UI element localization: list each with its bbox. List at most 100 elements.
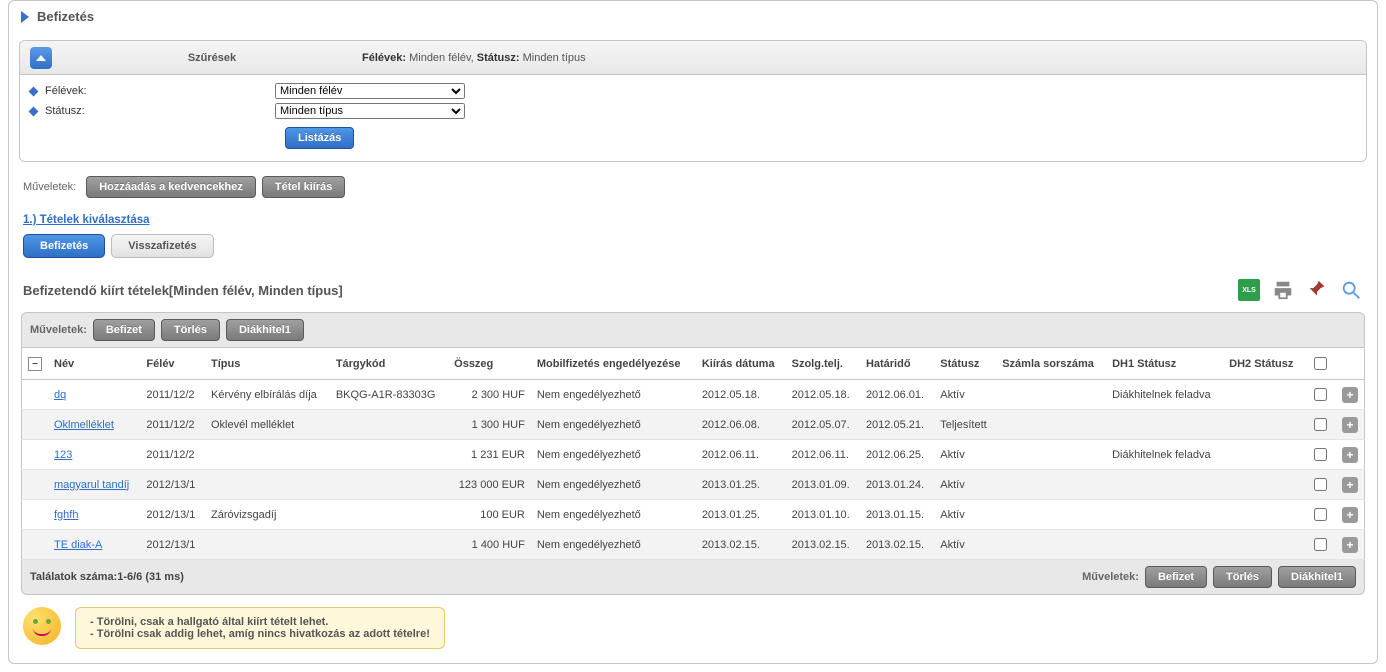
collapse-button[interactable]: [30, 47, 52, 69]
row-checkbox[interactable]: [1314, 478, 1327, 491]
cell-amount: 1 231 EUR: [448, 440, 531, 470]
footer-ops-label: Műveletek:: [1082, 571, 1139, 583]
add-favorite-button[interactable]: Hozzáadás a kedvencekhez: [86, 176, 256, 198]
cell-status: Aktív: [934, 470, 996, 500]
cell-invoice: [996, 470, 1106, 500]
select-all-checkbox[interactable]: [1314, 357, 1327, 370]
row-name-link[interactable]: magyarul tandíj: [54, 479, 129, 491]
loan-button[interactable]: Diákhitel1: [226, 319, 304, 341]
row-checkbox[interactable]: [1314, 538, 1327, 551]
cell-issue: 2013.02.15.: [696, 530, 786, 560]
table-row: Oklmelléklet2011/12/2Oklevél melléklet1 …: [22, 410, 1365, 440]
cell-issue: 2013.01.25.: [696, 500, 786, 530]
cell-subject: BKQG-A1R-83303G: [330, 380, 448, 410]
row-name-link[interactable]: Oklmelléklet: [54, 419, 114, 431]
table-row: fghfh2012/13/1Záróvizsgadíj100 EURNem en…: [22, 500, 1365, 530]
col-name[interactable]: Név: [48, 348, 140, 380]
export-xls-icon[interactable]: XLS: [1237, 278, 1261, 302]
cell-amount: 123 000 EUR: [448, 470, 531, 500]
expand-all-icon[interactable]: –: [28, 357, 42, 371]
col-dh1[interactable]: DH1 Státusz: [1106, 348, 1223, 380]
table-row: dq2011/12/2Kérvény elbírálás díjaBKQG-A1…: [22, 380, 1365, 410]
tip-box: Törölni, csak a hallgató által kiírt tét…: [23, 607, 1363, 649]
cell-subject: [330, 470, 448, 500]
row-checkbox[interactable]: [1314, 418, 1327, 431]
new-item-button[interactable]: Tétel kiírás: [262, 176, 345, 198]
cell-subject: [330, 440, 448, 470]
cell-amount: 100 EUR: [448, 500, 531, 530]
tab-payment[interactable]: Befizetés: [23, 234, 105, 258]
cell-dh2: [1223, 440, 1304, 470]
cell-type: Záróvizsgadíj: [205, 500, 330, 530]
col-amount[interactable]: Összeg: [448, 348, 531, 380]
cell-issue: 2013.01.25.: [696, 470, 786, 500]
col-term[interactable]: Félév: [140, 348, 205, 380]
list-button[interactable]: Listázás: [285, 127, 354, 149]
terms-select[interactable]: Minden félév: [275, 83, 465, 99]
col-issue[interactable]: Kiírás dátuma: [696, 348, 786, 380]
cell-mobile: Nem engedélyezhető: [531, 470, 696, 500]
cell-type: Oklevél melléklet: [205, 410, 330, 440]
smiley-icon: [23, 607, 61, 645]
pay-button[interactable]: Befizet: [93, 319, 155, 341]
cell-amount: 1 400 HUF: [448, 530, 531, 560]
cell-deadline: 2013.01.24.: [860, 470, 934, 500]
delete-button[interactable]: Törlés: [161, 319, 220, 341]
cell-dh1: [1106, 410, 1223, 440]
filter-header-label: Szűrések: [62, 52, 362, 64]
cell-term: 2011/12/2: [140, 380, 205, 410]
section-link[interactable]: 1.) Tételek kiválasztása: [9, 204, 1377, 230]
row-name-link[interactable]: dq: [54, 389, 66, 401]
tip-bubble: Törölni, csak a hallgató által kiírt tét…: [75, 607, 445, 649]
col-subject[interactable]: Tárgykód: [330, 348, 448, 380]
row-actions-button[interactable]: +: [1342, 477, 1358, 493]
cell-term: 2011/12/2: [140, 410, 205, 440]
pin-icon[interactable]: [1305, 278, 1329, 302]
filter-label-status: Státusz:: [45, 105, 275, 117]
col-invoice[interactable]: Számla sorszáma: [996, 348, 1106, 380]
row-actions-button[interactable]: +: [1342, 507, 1358, 523]
print-icon[interactable]: [1271, 278, 1295, 302]
row-name-link[interactable]: fghfh: [54, 509, 78, 521]
cell-dh2: [1223, 530, 1304, 560]
cell-dh2: [1223, 500, 1304, 530]
row-actions-button[interactable]: +: [1342, 387, 1358, 403]
filter-label-terms: Félévek:: [45, 85, 275, 97]
table-row: 1232011/12/21 231 EURNem engedélyezhető2…: [22, 440, 1365, 470]
col-type[interactable]: Típus: [205, 348, 330, 380]
row-checkbox[interactable]: [1314, 508, 1327, 521]
col-deadline[interactable]: Határidő: [860, 348, 934, 380]
row-name-link[interactable]: 123: [54, 449, 72, 461]
row-actions-button[interactable]: +: [1342, 417, 1358, 433]
cell-term: 2012/13/1: [140, 530, 205, 560]
col-service[interactable]: Szolg.telj.: [786, 348, 860, 380]
table-row: magyarul tandíj2012/13/1123 000 EURNem e…: [22, 470, 1365, 500]
row-checkbox[interactable]: [1314, 388, 1327, 401]
status-select[interactable]: Minden típus: [275, 103, 465, 119]
row-actions-button[interactable]: +: [1342, 537, 1358, 553]
cell-invoice: [996, 530, 1106, 560]
footer-delete-button[interactable]: Törlés: [1213, 566, 1272, 588]
footer-pay-button[interactable]: Befizet: [1145, 566, 1207, 588]
page-title: Befizetés: [37, 9, 94, 24]
bullet-icon: [29, 86, 39, 96]
row-name-link[interactable]: TE diak-A: [54, 539, 102, 551]
cell-service: 2013.01.10.: [786, 500, 860, 530]
footer-loan-button[interactable]: Diákhitel1: [1278, 566, 1356, 588]
cell-dh2: [1223, 410, 1304, 440]
col-status[interactable]: Státusz: [934, 348, 996, 380]
panel-header: Befizetés: [9, 1, 1377, 32]
magnify-icon[interactable]: [1339, 278, 1363, 302]
cell-invoice: [996, 440, 1106, 470]
row-checkbox[interactable]: [1314, 448, 1327, 461]
row-actions-button[interactable]: +: [1342, 447, 1358, 463]
chevron-right-icon: [21, 11, 29, 23]
cell-subject: [330, 530, 448, 560]
cell-service: 2013.01.09.: [786, 470, 860, 500]
filter-summary: Félévek: Minden félév, Státusz: Minden t…: [362, 52, 586, 64]
cell-deadline: 2012.06.01.: [860, 380, 934, 410]
cell-service: 2012.05.18.: [786, 380, 860, 410]
col-mobile[interactable]: Mobilfizetés engedélyezése: [531, 348, 696, 380]
col-dh2[interactable]: DH2 Státusz: [1223, 348, 1304, 380]
tab-refund[interactable]: Visszafizetés: [111, 234, 213, 258]
